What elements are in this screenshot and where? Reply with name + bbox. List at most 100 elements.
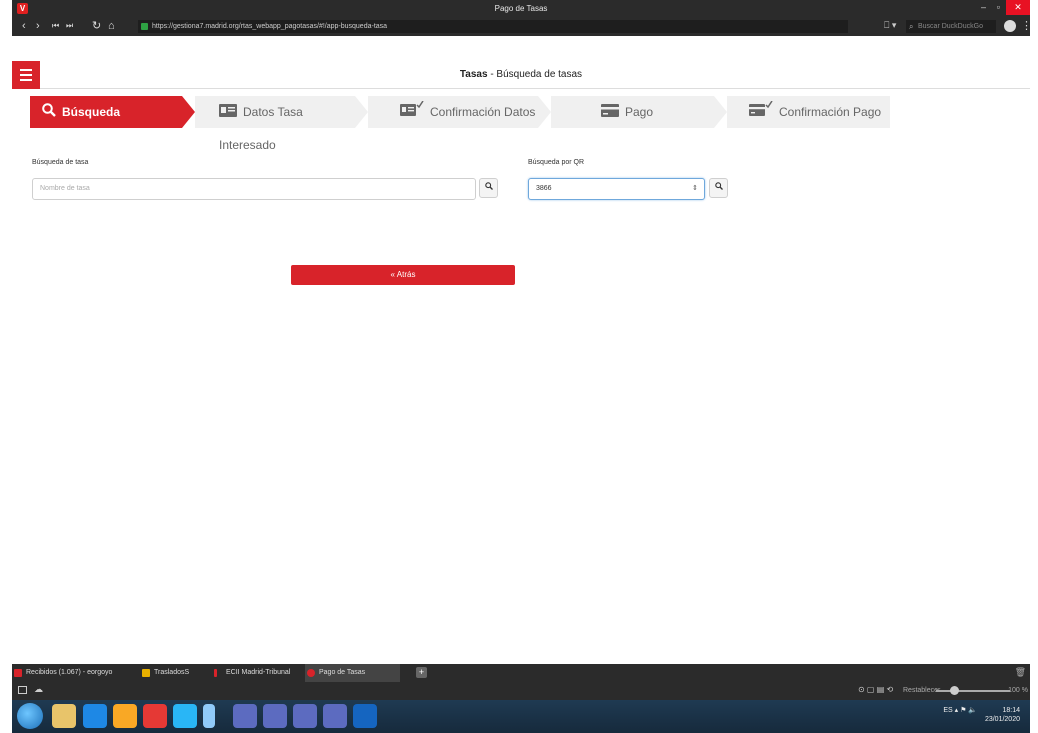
credit-card-icon xyxy=(601,97,619,129)
vivaldi-icon[interactable] xyxy=(143,704,167,728)
browser-search-placeholder: Buscar DuckDuckGo xyxy=(918,23,983,30)
address-bar: ‹ › ⏮ ⏭ ↻ ⌂ https://gestiona7.madrid.org… xyxy=(12,17,1030,36)
page-title-rest: - Búsqueda de tasas xyxy=(487,69,583,80)
app-icon[interactable] xyxy=(203,704,215,728)
tab-pago-tasas[interactable]: Pago de Tasas xyxy=(305,664,400,682)
url-text: https://gestiona7.madrid.org/rtas_webapp… xyxy=(152,23,388,30)
back-button-label: Atrás xyxy=(396,270,416,279)
browser-title-bar: V Pago de Tasas – ▫ ✕ xyxy=(12,0,1030,17)
fast-forward-icon[interactable]: ⏭ xyxy=(66,20,73,32)
rewind-icon[interactable]: ⏮ xyxy=(52,20,59,32)
chrome-icon[interactable] xyxy=(263,704,287,728)
wizard-steps: Búsqueda Datos Tasa Interesado Confirmac… xyxy=(30,96,890,152)
tab-ecii[interactable]: ECII Madrid-Tribunal xyxy=(212,664,302,682)
tray-icons[interactable]: ▴ ⚑ 🔈 xyxy=(955,707,979,714)
back-arrow-icon[interactable]: ‹ xyxy=(22,20,26,32)
search-icon xyxy=(42,97,56,129)
screen: V Pago de Tasas – ▫ ✕ ‹ › ⏮ ⏭ ↻ ⌂ https:… xyxy=(12,0,1030,733)
step-label: Confirmación Pago xyxy=(779,105,882,119)
qr-value: 3866 xyxy=(536,185,552,192)
folder-icon xyxy=(142,669,150,677)
chrome-icon[interactable] xyxy=(233,704,257,728)
chrome-icon[interactable] xyxy=(293,704,317,728)
bookmark-icon[interactable]: ⎕ ▾ xyxy=(884,20,896,31)
id-card-check-icon xyxy=(400,97,424,129)
system-tray: ES ▴ ⚑ 🔈 18:14 23/01/2020 xyxy=(943,706,1020,724)
page-actions-icon[interactable]: ⊙ ▢ ▤ ⟲ xyxy=(858,685,893,694)
step-separator xyxy=(714,96,727,128)
app-icon[interactable] xyxy=(113,704,137,728)
step-confirmacion-datos[interactable]: Confirmación Datos xyxy=(368,96,538,128)
app-header: Tasas - Búsqueda de tasas xyxy=(12,61,1030,89)
clock-date: 23/01/2020 xyxy=(984,716,1020,723)
home-icon[interactable]: ⌂ xyxy=(108,20,115,32)
new-tab-icon[interactable]: + xyxy=(416,667,427,678)
start-button[interactable] xyxy=(17,703,43,729)
step-separator xyxy=(538,96,551,128)
cloud-icon[interactable]: ☁ xyxy=(34,684,43,695)
step-datos-tasa[interactable]: Datos Tasa Interesado xyxy=(195,96,355,152)
file-explorer-icon[interactable] xyxy=(52,704,76,728)
search-icon xyxy=(484,182,493,190)
tab-traslados[interactable]: TrasladosS xyxy=(140,664,212,682)
more-menu-icon[interactable]: ⋮ xyxy=(1021,19,1030,32)
chrome-icon[interactable] xyxy=(323,704,347,728)
language-indicator[interactable]: ES xyxy=(943,707,952,714)
tab-label: TrasladosS xyxy=(154,669,190,676)
site-icon xyxy=(214,669,217,677)
step-separator xyxy=(182,96,195,128)
mail-icon xyxy=(14,669,22,677)
step-label: Confirmación Datos xyxy=(430,105,536,119)
tab-recibidos[interactable]: Recibidos (1.067) - eorgoyo xyxy=(12,664,140,682)
tasa-search-button[interactable] xyxy=(479,178,498,198)
zoom-slider-thumb[interactable] xyxy=(950,686,959,695)
tab-label: Pago de Tasas xyxy=(319,669,366,676)
step-separator xyxy=(355,96,368,128)
tasa-name-placeholder: Nombre de tasa xyxy=(40,185,90,192)
outlook-icon[interactable] xyxy=(83,704,107,728)
panel-toggle-icon[interactable] xyxy=(18,686,27,694)
minimize-button[interactable]: – xyxy=(981,2,986,12)
profile-avatar[interactable] xyxy=(1004,20,1016,32)
clock-time: 18:14 xyxy=(1002,707,1020,714)
url-field[interactable]: https://gestiona7.madrid.org/rtas_webapp… xyxy=(138,20,848,33)
qr-input[interactable]: 3866 ⇕ xyxy=(528,178,705,200)
step-label: Pago xyxy=(625,105,654,119)
tab-label: Recibidos (1.067) - eorgoyo xyxy=(26,669,113,676)
lock-icon xyxy=(141,23,148,30)
word-icon[interactable] xyxy=(353,704,377,728)
forward-arrow-icon[interactable]: › xyxy=(36,20,40,32)
app-icon[interactable] xyxy=(173,704,197,728)
qr-search-button[interactable] xyxy=(709,178,728,198)
id-card-icon xyxy=(219,97,237,129)
window-title: Pago de Tasas xyxy=(494,4,548,13)
search-engine-icon: ⌕ xyxy=(909,22,914,31)
credit-card-check-icon xyxy=(749,97,773,129)
windows-taskbar: ES ▴ ⚑ 🔈 18:14 23/01/2020 xyxy=(12,700,1030,733)
browser-status-bar: ☁ ⊙ ▢ ▤ ⟲ Restablecer 100 % xyxy=(12,682,1030,700)
reload-icon[interactable]: ↻ xyxy=(92,20,101,32)
close-button[interactable]: ✕ xyxy=(1006,0,1030,15)
tab-label: ECII Madrid-Tribunal xyxy=(226,669,291,676)
spinner-arrows-icon[interactable]: ⇕ xyxy=(692,179,698,199)
site-icon xyxy=(307,669,315,677)
qr-label: Búsqueda por QR xyxy=(528,159,585,166)
search-label: Búsqueda de tasa xyxy=(32,159,89,166)
maximize-button[interactable]: ▫ xyxy=(997,2,1000,12)
zoom-level: 100 % xyxy=(1008,687,1028,694)
step-confirmacion-pago[interactable]: Confirmación Pago xyxy=(727,96,890,128)
browser-tab-bar: Recibidos (1.067) - eorgoyo TrasladosS E… xyxy=(12,664,1030,682)
double-chevron-left-icon: « xyxy=(390,270,395,279)
zoom-slider[interactable] xyxy=(936,690,1010,692)
step-busqueda[interactable]: Búsqueda xyxy=(30,96,182,128)
tasa-name-input[interactable]: Nombre de tasa xyxy=(32,178,476,200)
browser-search-field[interactable]: ⌕ Buscar DuckDuckGo xyxy=(906,20,996,33)
page-title: Tasas - Búsqueda de tasas xyxy=(12,69,1030,80)
page-title-bold: Tasas xyxy=(459,69,488,80)
trash-icon[interactable]: 🗑 xyxy=(1015,667,1026,678)
step-pago[interactable]: Pago xyxy=(551,96,714,128)
step-label: Búsqueda xyxy=(62,105,121,119)
search-icon xyxy=(714,182,723,190)
back-button[interactable]: « Atrás xyxy=(291,265,515,285)
reset-zoom-label[interactable]: Restablecer xyxy=(903,687,940,694)
